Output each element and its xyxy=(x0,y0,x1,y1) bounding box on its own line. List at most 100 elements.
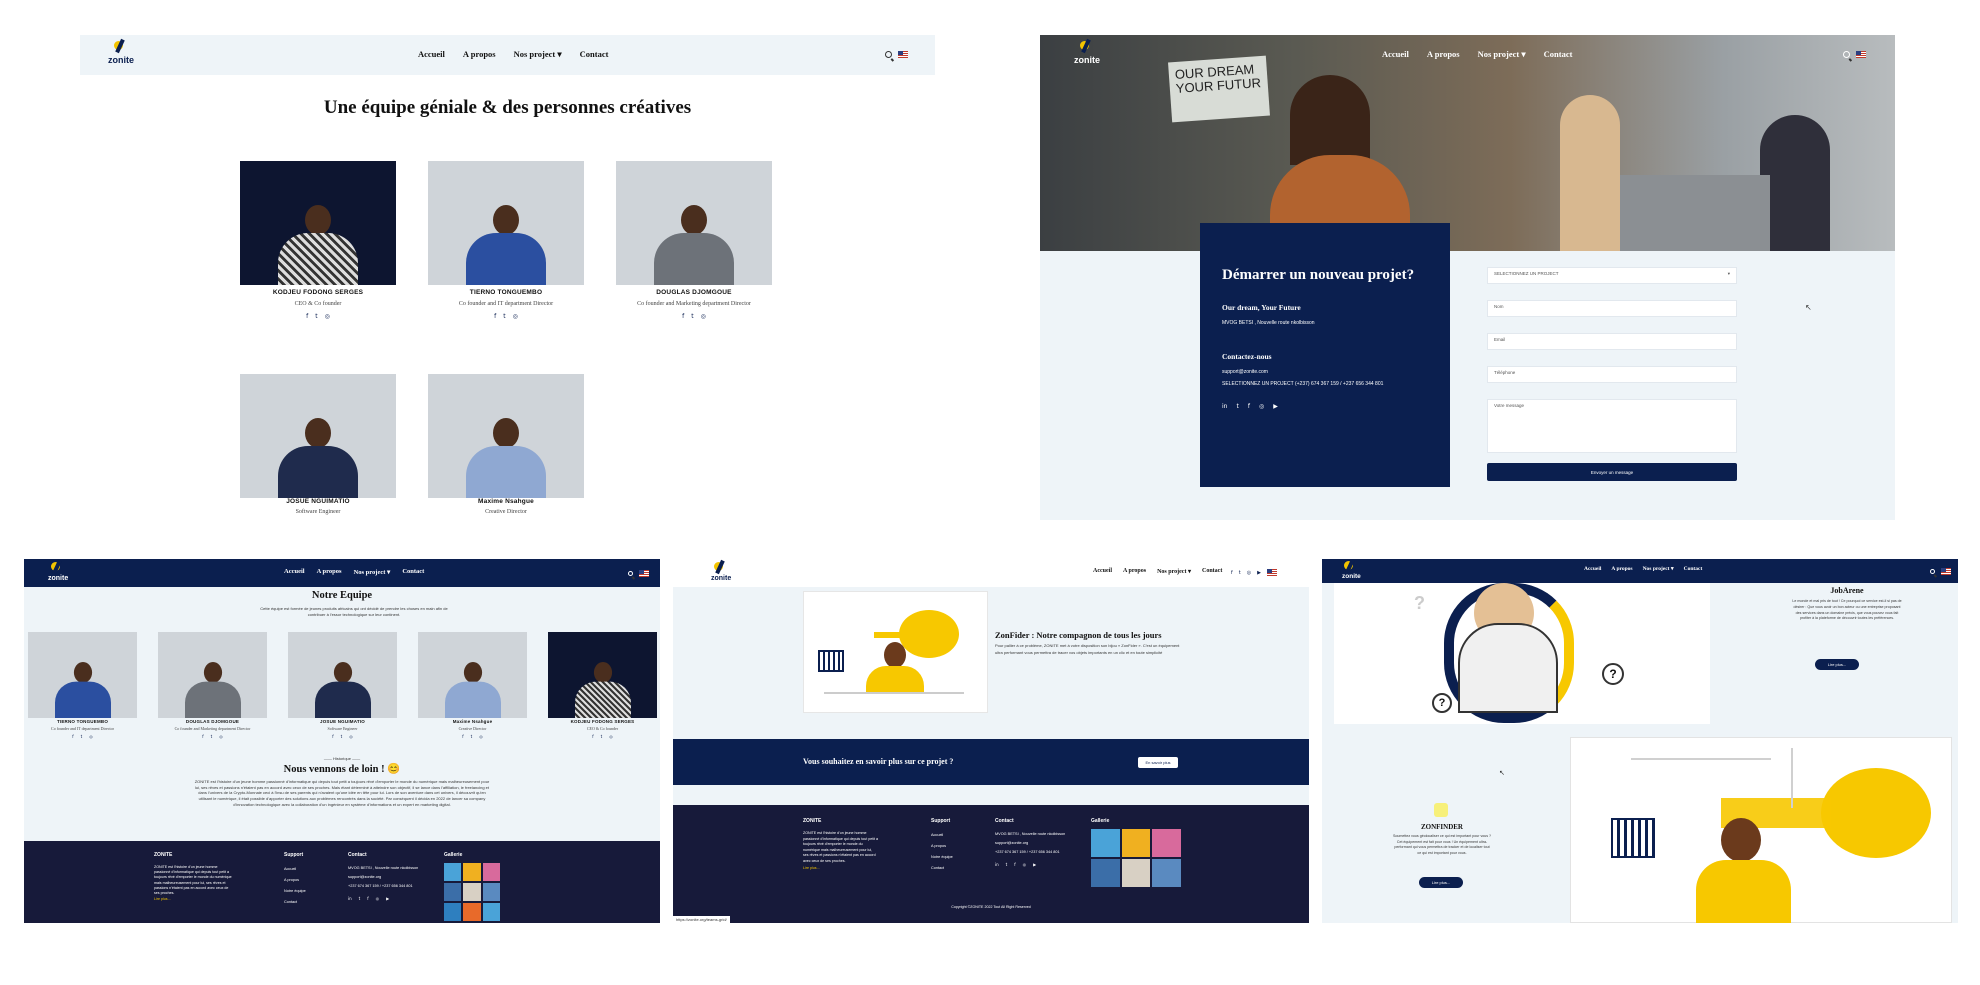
twitter-icon[interactable]: t xyxy=(81,734,83,739)
logo[interactable]: zonite xyxy=(48,562,68,582)
footer-link[interactable]: Contact xyxy=(931,863,953,874)
twitter-icon[interactable]: t xyxy=(1006,861,1008,868)
twitter-icon[interactable]: t xyxy=(1239,570,1241,576)
read-more-link[interactable]: Lire plus... xyxy=(803,865,878,872)
nav-about[interactable]: A propos xyxy=(317,568,342,576)
instagram-icon[interactable]: ◎ xyxy=(89,734,93,739)
facebook-icon[interactable]: f xyxy=(682,313,684,320)
facebook-icon[interactable]: f xyxy=(462,734,463,739)
nav-projects[interactable]: Nos project ▾ xyxy=(1643,566,1674,572)
search-icon[interactable] xyxy=(1843,51,1850,58)
search-icon[interactable] xyxy=(885,51,892,58)
linkedin-icon[interactable]: in xyxy=(995,861,999,868)
instagram-icon[interactable]: ◎ xyxy=(1023,861,1027,868)
nav-home[interactable]: Accueil xyxy=(1093,568,1112,575)
nav-about[interactable]: A propos xyxy=(1611,566,1632,572)
nav-home[interactable]: Accueil xyxy=(284,568,305,576)
footer-link[interactable]: Notre équipe xyxy=(931,852,953,863)
nav-home[interactable]: Accueil xyxy=(1584,566,1601,572)
instagram-icon[interactable]: ◎ xyxy=(479,734,483,739)
footer-contact-title: Contact xyxy=(348,852,367,858)
instagram-icon[interactable]: ◎ xyxy=(701,313,706,320)
nav-projects[interactable]: Nos project ▾ xyxy=(354,568,391,576)
twitter-icon[interactable]: t xyxy=(359,895,361,902)
facebook-icon[interactable]: f xyxy=(1231,570,1233,576)
footer-link[interactable]: A propos xyxy=(931,841,953,852)
youtube-icon[interactable]: ▶ xyxy=(1033,861,1036,868)
facebook-icon[interactable]: f xyxy=(367,895,368,902)
nav-home[interactable]: Accueil xyxy=(1382,49,1409,60)
name-field[interactable]: Nom xyxy=(1487,300,1737,317)
us-flag-icon[interactable] xyxy=(639,570,649,577)
nav-projects[interactable]: Nos project ▾ xyxy=(1157,568,1191,575)
twitter-icon[interactable]: t xyxy=(471,734,473,739)
twitter-icon[interactable]: t xyxy=(211,734,213,739)
nav-about[interactable]: A propos xyxy=(463,49,496,60)
search-icon[interactable] xyxy=(628,571,633,576)
instagram-icon[interactable]: ◎ xyxy=(219,734,223,739)
us-flag-icon[interactable] xyxy=(898,51,908,58)
instagram-icon[interactable]: ◎ xyxy=(1247,570,1251,576)
nav-contact[interactable]: Contact xyxy=(1544,49,1573,60)
us-flag-icon[interactable] xyxy=(1266,569,1277,576)
facebook-icon[interactable]: f xyxy=(1248,403,1250,410)
facebook-icon[interactable]: f xyxy=(332,734,333,739)
nav-projects[interactable]: Nos project ▾ xyxy=(1478,49,1526,60)
footer-link[interactable]: Accueil xyxy=(284,864,306,875)
facebook-icon[interactable]: f xyxy=(202,734,203,739)
footer-link[interactable]: Contact xyxy=(284,897,306,908)
facebook-icon[interactable]: f xyxy=(1014,861,1015,868)
youtube-icon[interactable]: ▶ xyxy=(1273,403,1278,410)
nav-contact[interactable]: Contact xyxy=(580,49,609,60)
nav-about[interactable]: A propos xyxy=(1123,568,1146,575)
facebook-icon[interactable]: f xyxy=(494,313,496,320)
twitter-icon[interactable]: t xyxy=(503,313,505,320)
facebook-icon[interactable]: f xyxy=(72,734,73,739)
nav-contact[interactable]: Contact xyxy=(402,568,424,576)
submit-button[interactable]: Envoyer un message xyxy=(1487,463,1737,481)
learn-more-button[interactable]: En savoir plus xyxy=(1138,757,1178,768)
instagram-icon[interactable]: ◎ xyxy=(513,313,518,320)
linkedin-icon[interactable]: in xyxy=(348,895,352,902)
instagram-icon[interactable]: ◎ xyxy=(376,895,380,902)
footer-link[interactable]: A propos xyxy=(284,875,306,886)
zonfinder-read-more-button[interactable]: Lire plus... xyxy=(1419,877,1463,888)
nav-contact[interactable]: Contact xyxy=(1684,566,1703,572)
jobarene-read-more-button[interactable]: Lire plus... xyxy=(1815,659,1859,670)
team-grid-screenshot: zonite Accueil A propos Nos project ▾ Co… xyxy=(80,35,935,515)
instagram-icon[interactable]: ◎ xyxy=(325,313,330,320)
logo[interactable]: zonite xyxy=(711,562,731,582)
email-field[interactable]: Email xyxy=(1487,333,1737,350)
twitter-icon[interactable]: t xyxy=(315,313,317,320)
project-select[interactable]: SELECTIONNEZ UN PROJECT ▾ xyxy=(1487,267,1737,284)
youtube-icon[interactable]: ▶ xyxy=(386,895,389,902)
footer-gallery xyxy=(1091,829,1181,887)
us-flag-icon[interactable] xyxy=(1856,51,1866,58)
twitter-icon[interactable]: t xyxy=(341,734,343,739)
twitter-icon[interactable]: t xyxy=(691,313,693,320)
instagram-icon[interactable]: ◎ xyxy=(609,734,613,739)
contact-email[interactable]: support@zonite.com xyxy=(1222,369,1428,375)
footer-link[interactable]: Accueil xyxy=(931,830,953,841)
us-flag-icon[interactable] xyxy=(1941,568,1951,575)
instagram-icon[interactable]: ◎ xyxy=(349,734,353,739)
nav-projects[interactable]: Nos project ▾ xyxy=(514,49,562,60)
footer-link[interactable]: Notre équipe xyxy=(284,886,306,897)
youtube-icon[interactable]: ▶ xyxy=(1257,570,1261,576)
read-more-link[interactable]: Lire plus... xyxy=(154,896,234,903)
logo[interactable]: zonite xyxy=(1074,41,1100,65)
twitter-icon[interactable]: t xyxy=(601,734,603,739)
nav-home[interactable]: Accueil xyxy=(418,49,445,60)
twitter-icon[interactable]: t xyxy=(1236,403,1238,410)
logo[interactable]: zonite xyxy=(108,41,134,65)
logo[interactable]: zonite xyxy=(1342,561,1361,580)
instagram-icon[interactable]: ◎ xyxy=(1259,403,1264,410)
facebook-icon[interactable]: f xyxy=(306,313,308,320)
phone-field[interactable]: Téléphone xyxy=(1487,366,1737,383)
search-icon[interactable] xyxy=(1930,569,1935,574)
nav-contact[interactable]: Contact xyxy=(1202,568,1222,575)
linkedin-icon[interactable]: in xyxy=(1222,403,1227,410)
facebook-icon[interactable]: f xyxy=(592,734,593,739)
nav-about[interactable]: A propos xyxy=(1427,49,1460,60)
message-field[interactable]: Votre message xyxy=(1487,399,1737,453)
